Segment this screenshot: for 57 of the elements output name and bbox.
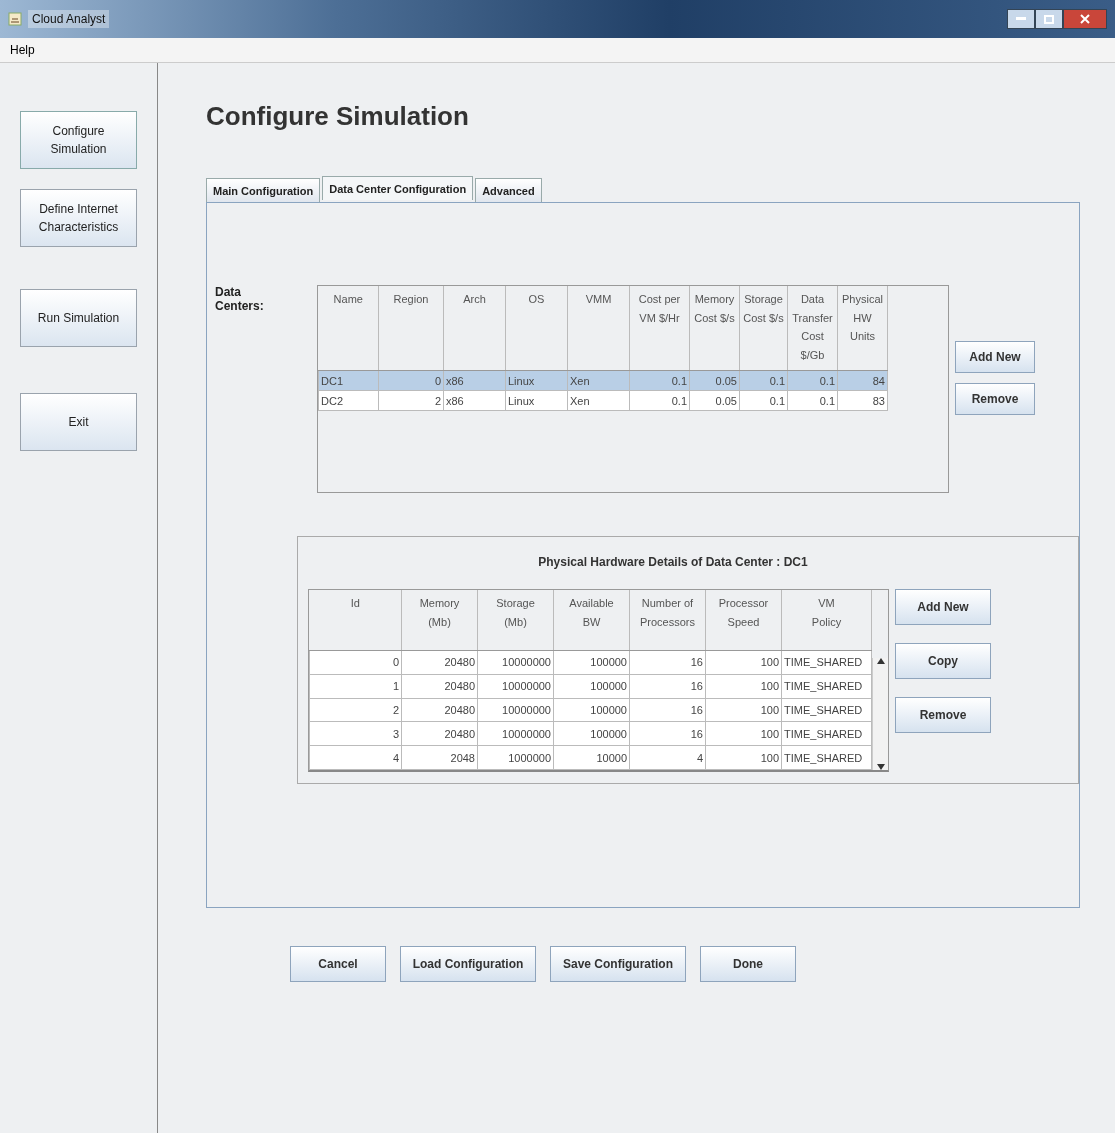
table-cell[interactable]: TIME_SHARED bbox=[781, 698, 872, 722]
scrollbar[interactable] bbox=[872, 658, 888, 770]
table-cell[interactable]: TIME_SHARED bbox=[781, 650, 872, 675]
table-cell[interactable]: 3 bbox=[309, 721, 402, 746]
sidebar-button[interactable]: Run Simulation bbox=[20, 289, 137, 347]
app-icon bbox=[8, 12, 22, 26]
column-header: Memory Cost $/s bbox=[689, 286, 740, 371]
column-header: Physical HW Units bbox=[837, 286, 888, 371]
column-header: Data Transfer Cost $/Gb bbox=[787, 286, 838, 371]
close-icon[interactable] bbox=[1063, 9, 1107, 29]
tab[interactable]: Data Center Configuration bbox=[322, 176, 474, 200]
page-heading: Configure Simulation bbox=[206, 101, 470, 132]
column-header: Storage (Mb) bbox=[477, 590, 554, 651]
column-header: VMM bbox=[567, 286, 630, 371]
table-button[interactable]: Add New bbox=[955, 341, 1035, 373]
table-cell[interactable]: DC2 bbox=[318, 390, 379, 411]
footer-button[interactable]: Done bbox=[700, 946, 796, 982]
table-cell[interactable]: 1 bbox=[309, 674, 402, 699]
table-cell[interactable]: TIME_SHARED bbox=[781, 674, 872, 699]
window-title: Cloud Analyst bbox=[28, 10, 110, 28]
sidebar-button[interactable]: Exit bbox=[20, 393, 137, 451]
column-header: Memory (Mb) bbox=[401, 590, 478, 651]
footer-button[interactable]: Save Configuration bbox=[550, 946, 686, 982]
column-header: Available BW bbox=[553, 590, 630, 651]
table-button[interactable]: Remove bbox=[895, 697, 991, 733]
scroll-up-icon[interactable] bbox=[876, 658, 885, 664]
table-cell[interactable]: DC1 bbox=[318, 370, 379, 391]
column-header: VM Policy bbox=[781, 590, 872, 651]
column-header: Arch bbox=[443, 286, 506, 371]
table-cell[interactable]: 2 bbox=[309, 698, 402, 722]
column-header: OS bbox=[505, 286, 568, 371]
menu-item[interactable]: Help bbox=[6, 41, 39, 59]
footer-button[interactable]: Load Configuration bbox=[400, 946, 536, 982]
sidebar-button[interactable]: Configure Simulation bbox=[20, 111, 137, 169]
table-cell[interactable]: 0 bbox=[309, 650, 402, 675]
tab[interactable]: Advanced bbox=[475, 178, 542, 202]
table-cell[interactable]: TIME_SHARED bbox=[781, 745, 872, 770]
maximize-icon[interactable] bbox=[1035, 9, 1063, 29]
column-header: Region bbox=[378, 286, 444, 371]
table-button[interactable]: Add New bbox=[895, 589, 991, 625]
hardware-title: Physical Hardware Details of Data Center : DC1 bbox=[538, 555, 808, 569]
table-button[interactable]: Copy bbox=[895, 643, 991, 679]
footer-button[interactable]: Cancel bbox=[290, 946, 386, 982]
minimize-icon[interactable] bbox=[1007, 9, 1035, 29]
column-header: Id bbox=[309, 590, 402, 651]
tab[interactable]: Main Configuration bbox=[206, 178, 321, 202]
sidebar-button[interactable]: Define Internet Characteristics bbox=[20, 189, 137, 247]
data-centers-label: Data Centers: bbox=[215, 285, 265, 313]
column-header: Name bbox=[318, 286, 379, 371]
column-header: Storage Cost $/s bbox=[739, 286, 788, 371]
table-cell[interactable]: TIME_SHARED bbox=[781, 721, 872, 746]
column-header: Cost per VM $/Hr bbox=[629, 286, 690, 371]
table-cell[interactable]: 4 bbox=[309, 745, 402, 770]
column-header: Number of Processors bbox=[629, 590, 706, 651]
scroll-down-icon[interactable] bbox=[876, 764, 885, 770]
table-button[interactable]: Remove bbox=[955, 383, 1035, 415]
column-header: Processor Speed bbox=[705, 590, 782, 651]
